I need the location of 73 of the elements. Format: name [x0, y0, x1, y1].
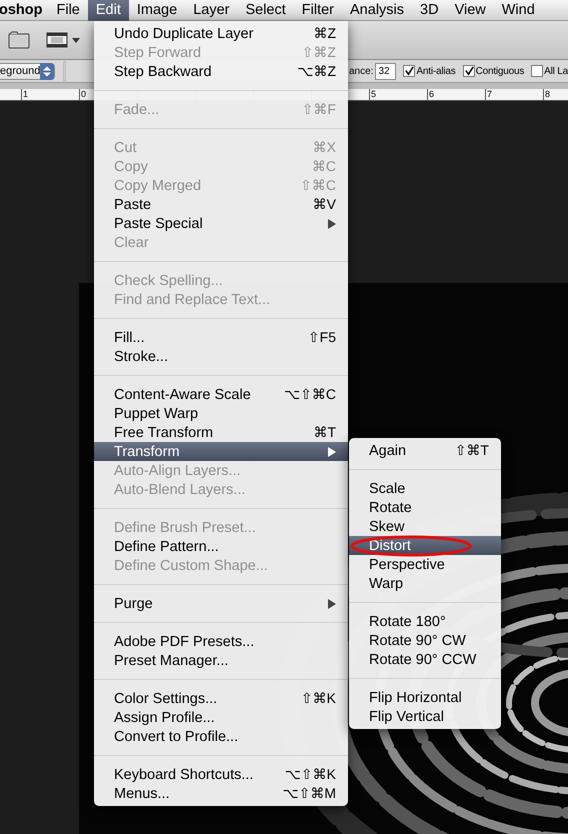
menu-item[interactable]: Paste Special — [94, 214, 348, 233]
menu-item[interactable]: Scale — [349, 479, 501, 498]
menu-item[interactable]: Puppet Warp — [94, 404, 348, 423]
menu-item[interactable]: Step Backward ⌥⌘Z — [94, 62, 348, 81]
tolerance-label: ance: — [348, 66, 374, 76]
menu-item[interactable]: Undo Duplicate Layer ⌘Z — [94, 24, 348, 43]
menu-item[interactable]: Fill... ⇧F5 — [94, 328, 348, 347]
shortcut: ⇧F5 — [308, 329, 336, 346]
menu-item[interactable]: Content-Aware Scale ⌥⇧⌘C — [94, 385, 348, 404]
shortcut: ⌘T — [313, 424, 336, 441]
ruler-number: 6 — [428, 89, 436, 100]
menu-title[interactable]: Wind — [494, 0, 543, 20]
shortcut: ⌘C — [312, 158, 336, 175]
menu-item[interactable]: Keyboard Shortcuts... ⌥⇧⌘K — [94, 765, 348, 784]
checkbox[interactable] — [531, 65, 544, 77]
checkbox-label: Anti-alias — [416, 66, 456, 76]
shortcut: ⌘X — [312, 139, 336, 156]
shortcut: ⌥⇧⌘M — [282, 785, 336, 802]
shortcut: ⇧⌘C — [300, 177, 336, 194]
menu-title[interactable]: 3D — [412, 0, 447, 20]
menu-item[interactable]: Convert to Profile... — [94, 727, 348, 746]
menu-item[interactable]: Define Pattern... — [94, 537, 348, 556]
caret-icon[interactable] — [72, 38, 80, 42]
menu-title[interactable]: View — [446, 0, 494, 20]
menu-item[interactable]: Rotate 90° CCW — [349, 650, 501, 669]
shortcut: ⇧⌘T — [454, 442, 489, 459]
menu-title[interactable]: Layer — [185, 0, 238, 20]
menu-item[interactable]: Perspective — [349, 555, 501, 574]
menu-item[interactable]: Adobe PDF Presets... — [94, 632, 348, 651]
menu-title[interactable]: Analysis — [342, 0, 412, 20]
shortcut: ⌘V — [312, 196, 336, 213]
stepper-icon[interactable] — [40, 62, 54, 80]
shortcut: ⌘Z — [313, 25, 336, 42]
ruler-number: 8 — [544, 89, 552, 100]
menu-title[interactable]: Edit — [88, 0, 129, 20]
shortcut: ⇧⌘F — [302, 101, 336, 118]
shortcut: ⌥⇧⌘C — [284, 386, 336, 403]
menu-title[interactable]: Filter — [294, 0, 342, 20]
menu-item[interactable]: Menus... ⌥⇧⌘M — [94, 784, 348, 803]
menu-item[interactable]: Transform — [94, 442, 348, 461]
ruler-number: 1 — [22, 89, 30, 100]
shortcut: ⌥⇧⌘K — [284, 766, 336, 783]
checkbox[interactable] — [403, 65, 416, 77]
shortcut: ⌥⌘Z — [297, 63, 336, 80]
menu-item[interactable]: Free Transform ⌘T — [94, 423, 348, 442]
menu-title[interactable]: Image — [128, 0, 186, 20]
checkbox[interactable] — [462, 65, 475, 77]
checkbox-label: Contiguous — [476, 66, 524, 76]
shortcut: ⇧⌘Z — [302, 44, 336, 61]
film-icon[interactable] — [46, 31, 68, 49]
menu-item[interactable]: Purge — [94, 594, 348, 613]
tolerance-field[interactable]: 32 — [375, 62, 396, 80]
mode-dropdown[interactable]: eground — [0, 62, 56, 80]
ruler-number: 7 — [486, 89, 494, 100]
menu-item[interactable]: Color Settings... ⇧⌘K — [94, 689, 348, 708]
menu-item[interactable]: Rotate 90° CW — [349, 631, 501, 650]
menu-item[interactable]: Paste ⌘V — [94, 195, 348, 214]
shortcut: ⇧⌘K — [300, 690, 336, 707]
menu-item[interactable]: Assign Profile... — [94, 708, 348, 727]
menu-item[interactable]: Skew — [349, 517, 501, 536]
menu-item[interactable]: Again ⇧⌘T — [349, 441, 501, 460]
menu-item[interactable]: Stroke... — [94, 347, 348, 366]
menu-item[interactable]: Warp — [349, 574, 501, 593]
checkbox-label: All La — [544, 66, 568, 76]
ruler-number: 0 — [80, 89, 88, 100]
menu-title[interactable]: Select — [237, 0, 294, 20]
ruler-number: 5 — [370, 89, 378, 100]
menu-item[interactable]: Flip Vertical — [349, 707, 501, 726]
menu-item[interactable]: Rotate — [349, 498, 501, 517]
menu-item[interactable]: Rotate 180° — [349, 612, 501, 631]
menu-title[interactable]: File — [48, 0, 88, 20]
menu-item[interactable]: Flip Horizontal — [349, 688, 501, 707]
menu-item[interactable]: Preset Manager... — [94, 651, 348, 670]
